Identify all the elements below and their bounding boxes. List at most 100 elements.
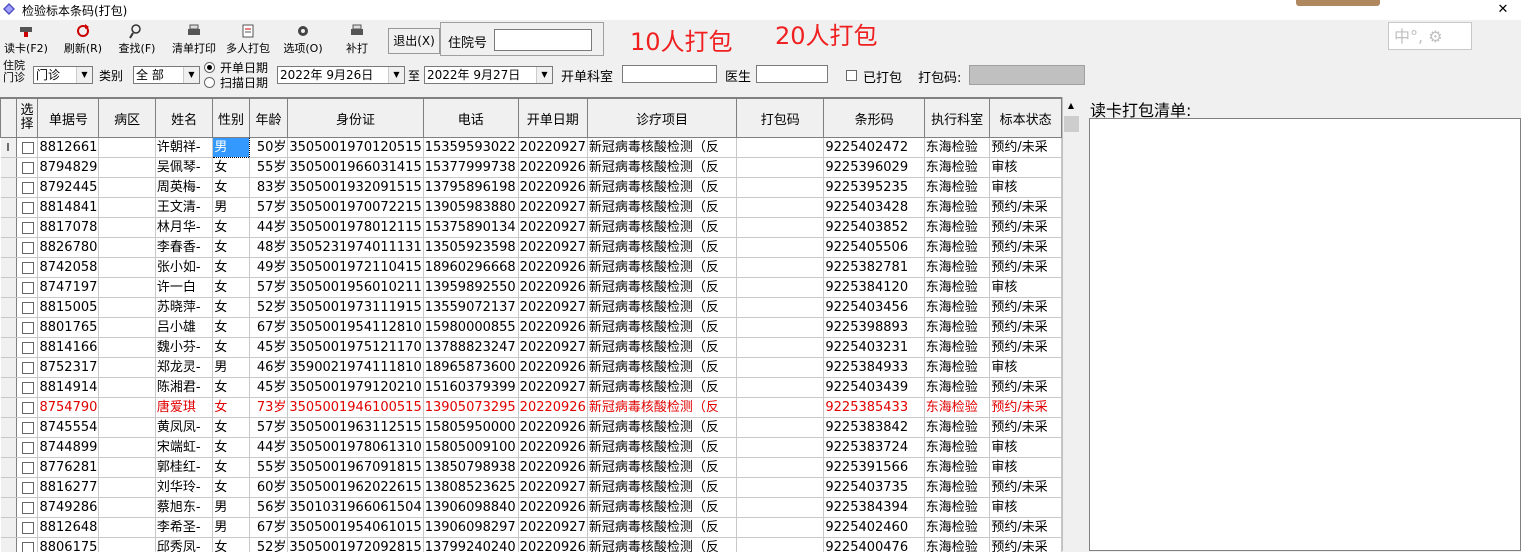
doc-no-cell[interactable]: 8812661 bbox=[38, 138, 99, 158]
pack-code-cell[interactable] bbox=[737, 398, 824, 418]
status-cell[interactable]: 预约/未采 bbox=[990, 258, 1062, 278]
row-select-checkbox[interactable] bbox=[22, 262, 34, 274]
status-cell[interactable]: 预约/未采 bbox=[990, 398, 1062, 418]
sex-cell[interactable]: 女 bbox=[213, 278, 249, 298]
select-cell[interactable] bbox=[16, 378, 38, 398]
col-header-item[interactable]: 诊疗项目 bbox=[587, 99, 736, 138]
row-select-checkbox[interactable] bbox=[22, 362, 34, 374]
pack-code-cell[interactable] bbox=[737, 538, 824, 552]
select-cell[interactable] bbox=[16, 218, 38, 238]
age-cell[interactable]: 57岁 bbox=[249, 278, 288, 298]
exec-dept-cell[interactable]: 东海检验 bbox=[924, 278, 990, 298]
age-cell[interactable]: 57岁 bbox=[249, 198, 288, 218]
sex-cell[interactable]: 女 bbox=[213, 258, 249, 278]
name-cell[interactable]: 蔡旭东- bbox=[155, 498, 213, 518]
table-row[interactable]: 8814914陈湘君-女45岁3505001979120210151603793… bbox=[1, 378, 1062, 398]
status-cell[interactable]: 预约/未采 bbox=[990, 298, 1062, 318]
select-cell[interactable] bbox=[16, 318, 38, 338]
date-cell[interactable]: 20220927 bbox=[518, 478, 587, 498]
row-select-checkbox[interactable] bbox=[22, 382, 34, 394]
row-indicator[interactable] bbox=[1, 498, 17, 518]
table-row[interactable]: 8792445周英梅-女83岁3505001932091515137958961… bbox=[1, 178, 1062, 198]
exec-dept-cell[interactable]: 东海检验 bbox=[924, 538, 990, 552]
ward-cell[interactable] bbox=[99, 458, 155, 478]
pack-code-cell[interactable] bbox=[737, 238, 824, 258]
col-header-idcard[interactable]: 身份证 bbox=[288, 99, 423, 138]
sex-cell[interactable]: 女 bbox=[213, 158, 249, 178]
doc-no-cell[interactable]: 8801765 bbox=[38, 318, 99, 338]
idcard-cell[interactable]: 3505001973111915 bbox=[288, 298, 423, 318]
idcard-cell[interactable]: 3590021974111810 bbox=[288, 358, 423, 378]
sex-cell[interactable]: 女 bbox=[213, 218, 249, 238]
idcard-cell[interactable]: 3505001946100515 bbox=[288, 398, 423, 418]
doc-no-cell[interactable]: 8745554 bbox=[38, 418, 99, 438]
name-cell[interactable]: 郑龙灵- bbox=[155, 358, 213, 378]
close-button[interactable]: ✕ bbox=[1490, 0, 1516, 20]
age-cell[interactable]: 46岁 bbox=[249, 358, 288, 378]
status-cell[interactable]: 审核 bbox=[990, 278, 1062, 298]
col-header-name[interactable]: 姓名 bbox=[155, 99, 213, 138]
row-indicator[interactable] bbox=[1, 538, 17, 552]
date-cell[interactable]: 20220926 bbox=[518, 498, 587, 518]
status-cell[interactable]: 预约/未采 bbox=[990, 518, 1062, 538]
item-cell[interactable]: 新冠病毒核酸检测（反 bbox=[587, 478, 736, 498]
item-cell[interactable]: 新冠病毒核酸检测（反 bbox=[587, 398, 736, 418]
pack-list-box[interactable] bbox=[1089, 118, 1521, 551]
age-cell[interactable]: 52岁 bbox=[249, 298, 288, 318]
name-cell[interactable]: 许朝祥- bbox=[155, 138, 213, 158]
name-cell[interactable]: 刘华玲- bbox=[155, 478, 213, 498]
doc-no-cell[interactable]: 8816277 bbox=[38, 478, 99, 498]
ward-cell[interactable] bbox=[99, 178, 155, 198]
age-cell[interactable]: 56岁 bbox=[249, 498, 288, 518]
pack-code-cell[interactable] bbox=[737, 518, 824, 538]
barcode-cell[interactable]: 9225403852 bbox=[824, 218, 924, 238]
exec-dept-cell[interactable]: 东海检验 bbox=[924, 478, 990, 498]
sex-cell[interactable]: 男 bbox=[213, 198, 249, 218]
row-select-checkbox[interactable] bbox=[22, 402, 34, 414]
ward-cell[interactable] bbox=[99, 238, 155, 258]
table-row[interactable]: 8816277刘华玲-女60岁3505001962022615138085236… bbox=[1, 478, 1062, 498]
phone-cell[interactable]: 15805009100 bbox=[423, 438, 518, 458]
doc-no-cell[interactable]: 8814914 bbox=[38, 378, 99, 398]
doc-no-cell[interactable]: 8749286 bbox=[38, 498, 99, 518]
select-cell[interactable] bbox=[16, 358, 38, 378]
row-select-checkbox[interactable] bbox=[22, 462, 34, 474]
idcard-cell[interactable]: 3505001967091815 bbox=[288, 458, 423, 478]
barcode-cell[interactable]: 9225396029 bbox=[824, 158, 924, 178]
barcode-cell[interactable]: 9225383724 bbox=[824, 438, 924, 458]
status-cell[interactable]: 预约/未采 bbox=[990, 218, 1062, 238]
row-indicator[interactable] bbox=[1, 238, 17, 258]
phone-cell[interactable]: 13808523625 bbox=[423, 478, 518, 498]
item-cell[interactable]: 新冠病毒核酸检测（反 bbox=[587, 318, 736, 338]
barcode-cell[interactable]: 9225382781 bbox=[824, 258, 924, 278]
table-row[interactable]: 8744899宋端虹-女44岁3505001978061310158050091… bbox=[1, 438, 1062, 458]
sex-cell[interactable]: 女 bbox=[213, 378, 249, 398]
refresh-button[interactable]: 刷新(R) bbox=[60, 22, 106, 56]
ward-cell[interactable] bbox=[99, 218, 155, 238]
col-header-sex[interactable]: 性别 bbox=[213, 99, 249, 138]
table-row[interactable]: 8754790唐爱琪女73岁35050019461005151390507329… bbox=[1, 398, 1062, 418]
sex-cell[interactable]: 女 bbox=[213, 178, 249, 198]
exec-dept-cell[interactable]: 东海检验 bbox=[924, 198, 990, 218]
row-select-checkbox[interactable] bbox=[22, 242, 34, 254]
phone-cell[interactable]: 18960296668 bbox=[423, 258, 518, 278]
phone-cell[interactable]: 13906098840 bbox=[423, 498, 518, 518]
radio-scan-date[interactable] bbox=[204, 77, 215, 88]
packed-checkbox[interactable] bbox=[846, 70, 857, 81]
doc-no-cell[interactable]: 8826780 bbox=[38, 238, 99, 258]
row-indicator[interactable] bbox=[1, 518, 17, 538]
pack-code-cell[interactable] bbox=[737, 278, 824, 298]
ward-cell[interactable] bbox=[99, 398, 155, 418]
idcard-cell[interactable]: 3505001972092815 bbox=[288, 538, 423, 552]
col-header-doc-no[interactable]: 单据号 bbox=[38, 99, 99, 138]
item-cell[interactable]: 新冠病毒核酸检测（反 bbox=[587, 218, 736, 238]
idcard-cell[interactable]: 3505001956010211 bbox=[288, 278, 423, 298]
select-cell[interactable] bbox=[16, 418, 38, 438]
item-cell[interactable]: 新冠病毒核酸检测（反 bbox=[587, 278, 736, 298]
reprint-button[interactable]: 补打 bbox=[334, 22, 380, 56]
status-cell[interactable]: 预约/未采 bbox=[990, 538, 1062, 552]
phone-cell[interactable]: 15377999738 bbox=[423, 158, 518, 178]
name-cell[interactable]: 李春香- bbox=[155, 238, 213, 258]
ward-cell[interactable] bbox=[99, 438, 155, 458]
row-select-checkbox[interactable] bbox=[22, 442, 34, 454]
